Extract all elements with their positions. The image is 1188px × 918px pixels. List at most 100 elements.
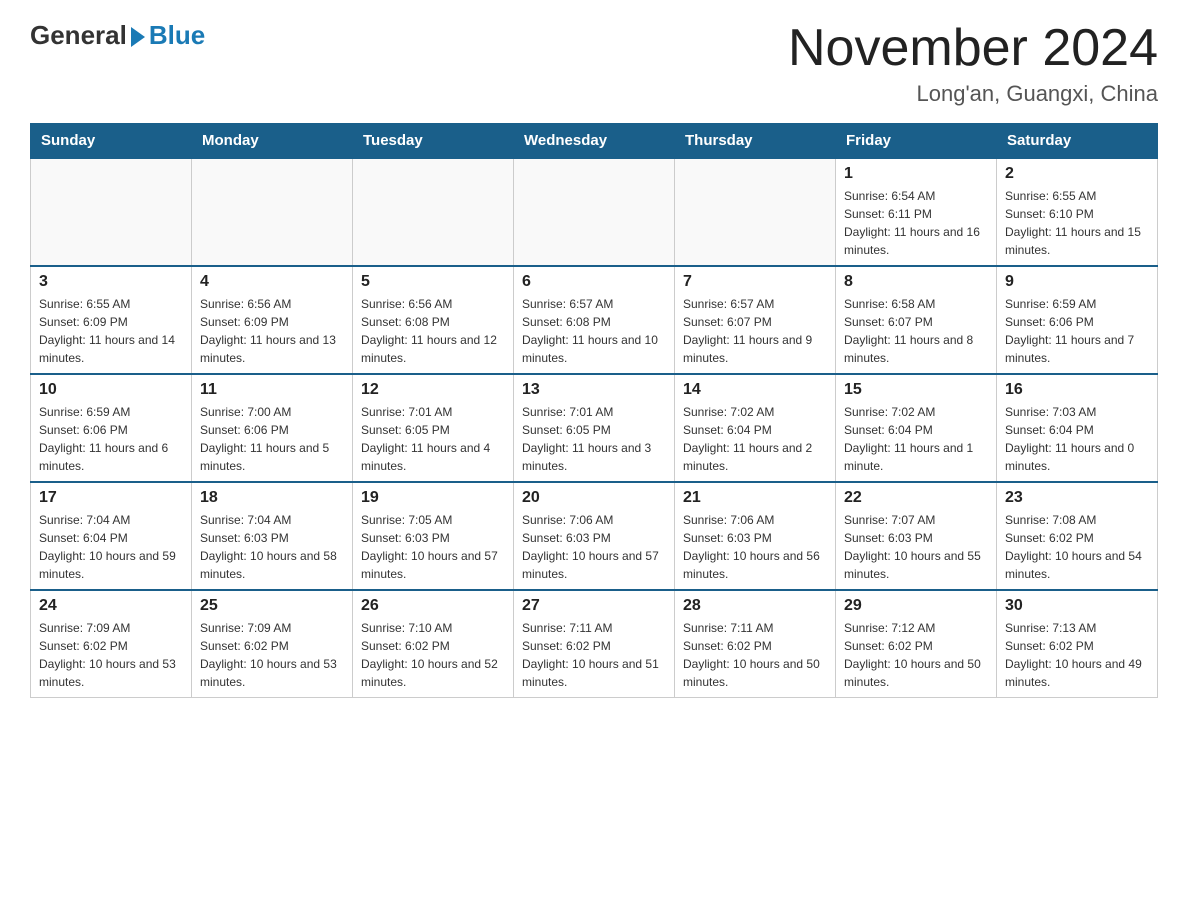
- weekday-header-row: SundayMondayTuesdayWednesdayThursdayFrid…: [31, 124, 1158, 159]
- day-info: Sunrise: 7:10 AMSunset: 6:02 PMDaylight:…: [361, 619, 505, 691]
- day-number: 18: [200, 489, 344, 507]
- calendar-cell: 21 Sunrise: 7:06 AMSunset: 6:03 PMDayligh…: [675, 482, 836, 590]
- day-info: Sunrise: 6:58 AMSunset: 6:07 PMDaylight:…: [844, 295, 988, 367]
- day-number: 19: [361, 489, 505, 507]
- day-number: 23: [1005, 489, 1149, 507]
- calendar-cell: [31, 158, 192, 266]
- day-info: Sunrise: 7:02 AMSunset: 6:04 PMDaylight:…: [844, 403, 988, 475]
- day-info: Sunrise: 7:01 AMSunset: 6:05 PMDaylight:…: [361, 403, 505, 475]
- title-area: November 2024 Long'an, Guangxi, China: [788, 20, 1158, 107]
- day-number: 12: [361, 381, 505, 399]
- weekday-header-friday: Friday: [836, 124, 997, 159]
- calendar-cell: 6 Sunrise: 6:57 AMSunset: 6:08 PMDaylight…: [514, 266, 675, 374]
- calendar-week-row: 10Sunrise: 6:59 AMSunset: 6:06 PMDayligh…: [31, 374, 1158, 482]
- header: General Blue November 2024 Long'an, Guan…: [30, 20, 1158, 107]
- day-number: 21: [683, 489, 827, 507]
- calendar-cell: 23 Sunrise: 7:08 AMSunset: 6:02 PMDayligh…: [997, 482, 1158, 590]
- day-info: Sunrise: 7:08 AMSunset: 6:02 PMDaylight:…: [1005, 511, 1149, 583]
- day-number: 11: [200, 381, 344, 399]
- calendar-cell: 20 Sunrise: 7:06 AMSunset: 6:03 PMDayligh…: [514, 482, 675, 590]
- day-info: Sunrise: 7:13 AMSunset: 6:02 PMDaylight:…: [1005, 619, 1149, 691]
- calendar-cell: 4Sunrise: 6:56 AMSunset: 6:09 PMDaylight…: [192, 266, 353, 374]
- calendar-cell: 19Sunrise: 7:05 AMSunset: 6:03 PMDayligh…: [353, 482, 514, 590]
- day-number: 24: [39, 597, 183, 615]
- calendar-cell: 17 Sunrise: 7:04 AMSunset: 6:04 PMDayligh…: [31, 482, 192, 590]
- day-info: Sunrise: 7:01 AMSunset: 6:05 PMDaylight:…: [522, 403, 666, 475]
- logo-blue-text: Blue: [149, 20, 205, 51]
- weekday-header-thursday: Thursday: [675, 124, 836, 159]
- day-info: Sunrise: 7:11 AMSunset: 6:02 PMDaylight:…: [522, 619, 666, 691]
- day-info: Sunrise: 7:06 AMSunset: 6:03 PMDaylight:…: [683, 511, 827, 583]
- calendar-cell: 10Sunrise: 6:59 AMSunset: 6:06 PMDayligh…: [31, 374, 192, 482]
- calendar-cell: 12 Sunrise: 7:01 AMSunset: 6:05 PMDayligh…: [353, 374, 514, 482]
- day-number: 17: [39, 489, 183, 507]
- calendar-cell: 27Sunrise: 7:11 AMSunset: 6:02 PMDayligh…: [514, 590, 675, 698]
- calendar-cell: 22Sunrise: 7:07 AMSunset: 6:03 PMDayligh…: [836, 482, 997, 590]
- calendar-cell: 26 Sunrise: 7:10 AMSunset: 6:02 PMDayligh…: [353, 590, 514, 698]
- day-info: Sunrise: 6:56 AMSunset: 6:09 PMDaylight:…: [200, 295, 344, 367]
- weekday-header-saturday: Saturday: [997, 124, 1158, 159]
- day-number: 28: [683, 597, 827, 615]
- calendar-cell: 9 Sunrise: 6:59 AMSunset: 6:06 PMDaylight…: [997, 266, 1158, 374]
- weekday-header-sunday: Sunday: [31, 124, 192, 159]
- day-info: Sunrise: 6:55 AMSunset: 6:09 PMDaylight:…: [39, 295, 183, 367]
- calendar-cell: 25Sunrise: 7:09 AMSunset: 6:02 PMDayligh…: [192, 590, 353, 698]
- calendar-cell: 7Sunrise: 6:57 AMSunset: 6:07 PMDaylight…: [675, 266, 836, 374]
- day-info: Sunrise: 7:09 AMSunset: 6:02 PMDaylight:…: [200, 619, 344, 691]
- calendar-cell: [353, 158, 514, 266]
- day-info: Sunrise: 6:56 AMSunset: 6:08 PMDaylight:…: [361, 295, 505, 367]
- calendar-cell: [675, 158, 836, 266]
- weekday-header-wednesday: Wednesday: [514, 124, 675, 159]
- month-title: November 2024: [788, 20, 1158, 77]
- calendar-cell: 16Sunrise: 7:03 AMSunset: 6:04 PMDayligh…: [997, 374, 1158, 482]
- calendar-cell: 18 Sunrise: 7:04 AMSunset: 6:03 PMDayligh…: [192, 482, 353, 590]
- logo-general-text: General: [30, 20, 127, 51]
- day-number: 20: [522, 489, 666, 507]
- day-number: 8: [844, 273, 988, 291]
- calendar-cell: 8 Sunrise: 6:58 AMSunset: 6:07 PMDaylight…: [836, 266, 997, 374]
- calendar-cell: 1 Sunrise: 6:54 AMSunset: 6:11 PMDaylight…: [836, 158, 997, 266]
- day-info: Sunrise: 7:11 AMSunset: 6:02 PMDaylight:…: [683, 619, 827, 691]
- day-number: 9: [1005, 273, 1149, 291]
- day-number: 16: [1005, 381, 1149, 399]
- day-info: Sunrise: 6:55 AMSunset: 6:10 PMDaylight:…: [1005, 187, 1149, 259]
- day-number: 7: [683, 273, 827, 291]
- logo: General Blue: [30, 20, 205, 51]
- calendar-cell: 13 Sunrise: 7:01 AMSunset: 6:05 PMDayligh…: [514, 374, 675, 482]
- weekday-header-monday: Monday: [192, 124, 353, 159]
- day-number: 3: [39, 273, 183, 291]
- day-info: Sunrise: 6:59 AMSunset: 6:06 PMDaylight:…: [1005, 295, 1149, 367]
- day-info: Sunrise: 7:12 AMSunset: 6:02 PMDaylight:…: [844, 619, 988, 691]
- day-number: 26: [361, 597, 505, 615]
- calendar-cell: 28 Sunrise: 7:11 AMSunset: 6:02 PMDayligh…: [675, 590, 836, 698]
- day-number: 10: [39, 381, 183, 399]
- day-number: 1: [844, 165, 988, 183]
- calendar-body: 1 Sunrise: 6:54 AMSunset: 6:11 PMDaylight…: [31, 158, 1158, 698]
- day-info: Sunrise: 7:09 AMSunset: 6:02 PMDaylight:…: [39, 619, 183, 691]
- day-info: Sunrise: 6:54 AMSunset: 6:11 PMDaylight:…: [844, 187, 988, 259]
- day-info: Sunrise: 7:00 AMSunset: 6:06 PMDaylight:…: [200, 403, 344, 475]
- calendar-cell: 14Sunrise: 7:02 AMSunset: 6:04 PMDayligh…: [675, 374, 836, 482]
- logo-triangle-icon: [131, 27, 145, 47]
- calendar-week-row: 1 Sunrise: 6:54 AMSunset: 6:11 PMDaylight…: [31, 158, 1158, 266]
- calendar-table: SundayMondayTuesdayWednesdayThursdayFrid…: [30, 123, 1158, 698]
- calendar-cell: 5 Sunrise: 6:56 AMSunset: 6:08 PMDaylight…: [353, 266, 514, 374]
- day-info: Sunrise: 7:06 AMSunset: 6:03 PMDaylight:…: [522, 511, 666, 583]
- calendar-cell: 15Sunrise: 7:02 AMSunset: 6:04 PMDayligh…: [836, 374, 997, 482]
- day-number: 6: [522, 273, 666, 291]
- day-number: 30: [1005, 597, 1149, 615]
- calendar-week-row: 24 Sunrise: 7:09 AMSunset: 6:02 PMDayligh…: [31, 590, 1158, 698]
- calendar-cell: 11 Sunrise: 7:00 AMSunset: 6:06 PMDayligh…: [192, 374, 353, 482]
- calendar-cell: 3 Sunrise: 6:55 AMSunset: 6:09 PMDaylight…: [31, 266, 192, 374]
- weekday-header-tuesday: Tuesday: [353, 124, 514, 159]
- day-info: Sunrise: 7:04 AMSunset: 6:03 PMDaylight:…: [200, 511, 344, 583]
- day-number: 5: [361, 273, 505, 291]
- day-info: Sunrise: 7:04 AMSunset: 6:04 PMDaylight:…: [39, 511, 183, 583]
- day-info: Sunrise: 6:57 AMSunset: 6:08 PMDaylight:…: [522, 295, 666, 367]
- calendar-cell: [514, 158, 675, 266]
- day-number: 13: [522, 381, 666, 399]
- calendar-week-row: 17 Sunrise: 7:04 AMSunset: 6:04 PMDayligh…: [31, 482, 1158, 590]
- calendar-cell: 24 Sunrise: 7:09 AMSunset: 6:02 PMDayligh…: [31, 590, 192, 698]
- day-number: 14: [683, 381, 827, 399]
- calendar-cell: 29Sunrise: 7:12 AMSunset: 6:02 PMDayligh…: [836, 590, 997, 698]
